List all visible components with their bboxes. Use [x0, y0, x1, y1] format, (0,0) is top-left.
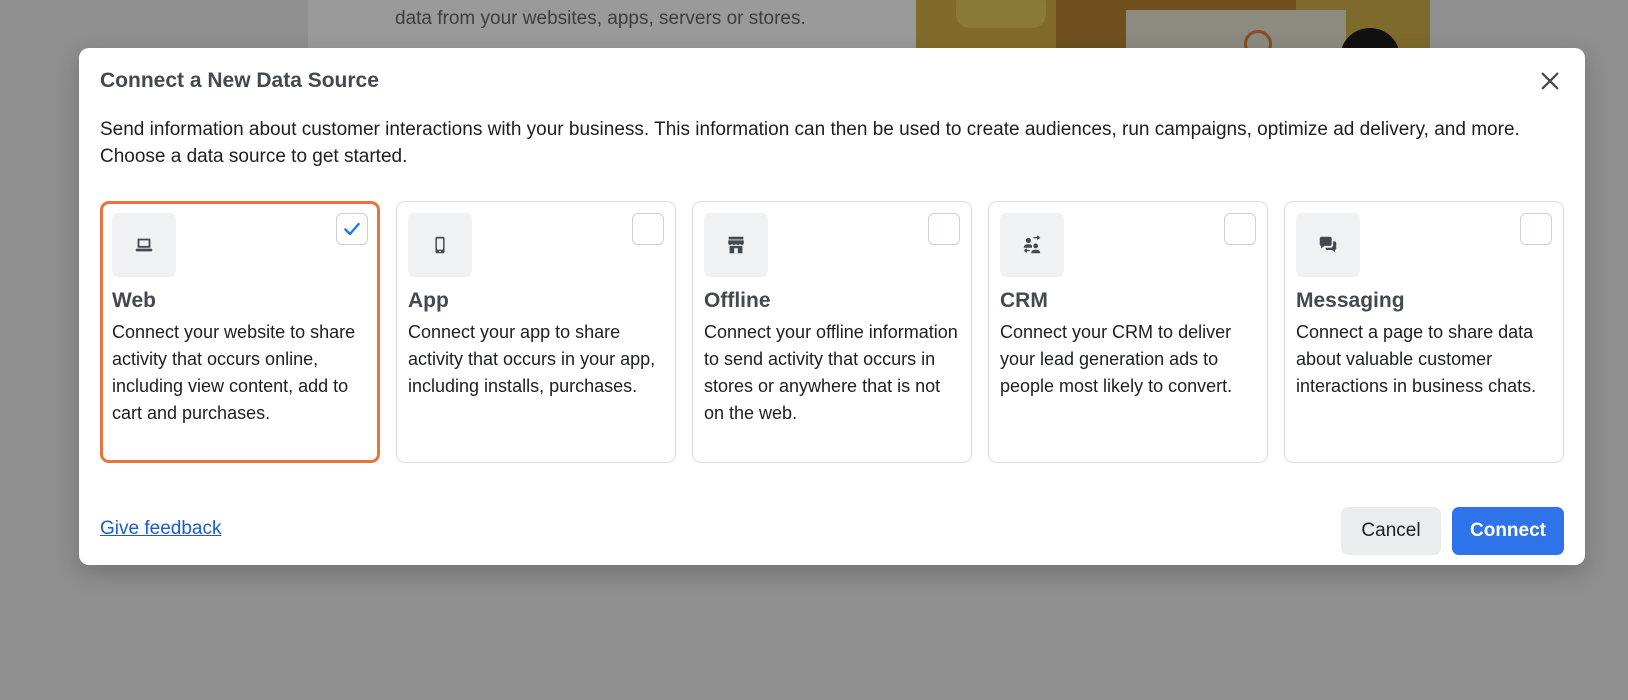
- option-icon-container: [112, 213, 176, 277]
- option-icon-container: [1000, 213, 1064, 277]
- dialog-title: Connect a New Data Source: [100, 69, 379, 92]
- option-checkbox[interactable]: [1520, 213, 1552, 245]
- option-icon-container: [1296, 213, 1360, 277]
- option-title: CRM: [1000, 289, 1048, 312]
- give-feedback-link[interactable]: Give feedback: [100, 518, 221, 540]
- option-title: App: [408, 289, 449, 312]
- data-source-options: Web Connect your website to share activi…: [100, 201, 1564, 463]
- option-icon-container: [704, 213, 768, 277]
- option-title: Messaging: [1296, 289, 1405, 312]
- close-icon: [1541, 72, 1559, 90]
- option-description: Connect your app to share activity that …: [408, 322, 656, 396]
- connect-data-source-dialog: Connect a New Data Source Send informati…: [79, 48, 1585, 565]
- option-checkbox[interactable]: [336, 213, 368, 245]
- option-title: Offline: [704, 289, 771, 312]
- cancel-button[interactable]: Cancel: [1341, 507, 1441, 555]
- option-card-web[interactable]: Web Connect your website to share activi…: [100, 201, 380, 463]
- laptop-icon: [135, 238, 153, 252]
- option-card-app[interactable]: App Connect your app to share activity t…: [396, 201, 676, 463]
- close-button[interactable]: [1537, 68, 1563, 94]
- chat-icon: [1319, 236, 1337, 253]
- option-title: Web: [112, 289, 156, 312]
- option-checkbox[interactable]: [1224, 213, 1256, 245]
- background-text: data from your websites, apps, servers o…: [395, 8, 806, 29]
- option-icon-container: [408, 213, 472, 277]
- option-card-crm[interactable]: CRM Connect your CRM to deliver your lea…: [988, 201, 1268, 463]
- phone-icon: [435, 236, 445, 254]
- option-description: Connect your offline information to send…: [704, 322, 958, 423]
- option-card-offline[interactable]: Offline Connect your offline information…: [692, 201, 972, 463]
- background-illustration: [916, 0, 1430, 48]
- option-checkbox[interactable]: [928, 213, 960, 245]
- dialog-description: Send information about customer interact…: [100, 119, 1520, 167]
- store-icon: [728, 236, 744, 254]
- option-description: Connect your CRM to deliver your lead ge…: [1000, 322, 1233, 396]
- option-description: Connect a page to share data about valua…: [1296, 322, 1537, 396]
- people-icon: [1023, 235, 1041, 254]
- connect-button[interactable]: Connect: [1452, 507, 1564, 555]
- option-checkbox[interactable]: [632, 213, 664, 245]
- option-description: Connect your website to share activity t…: [112, 322, 356, 423]
- option-card-messaging[interactable]: Messaging Connect a page to share data a…: [1284, 201, 1564, 463]
- checkmark-icon: [344, 222, 360, 236]
